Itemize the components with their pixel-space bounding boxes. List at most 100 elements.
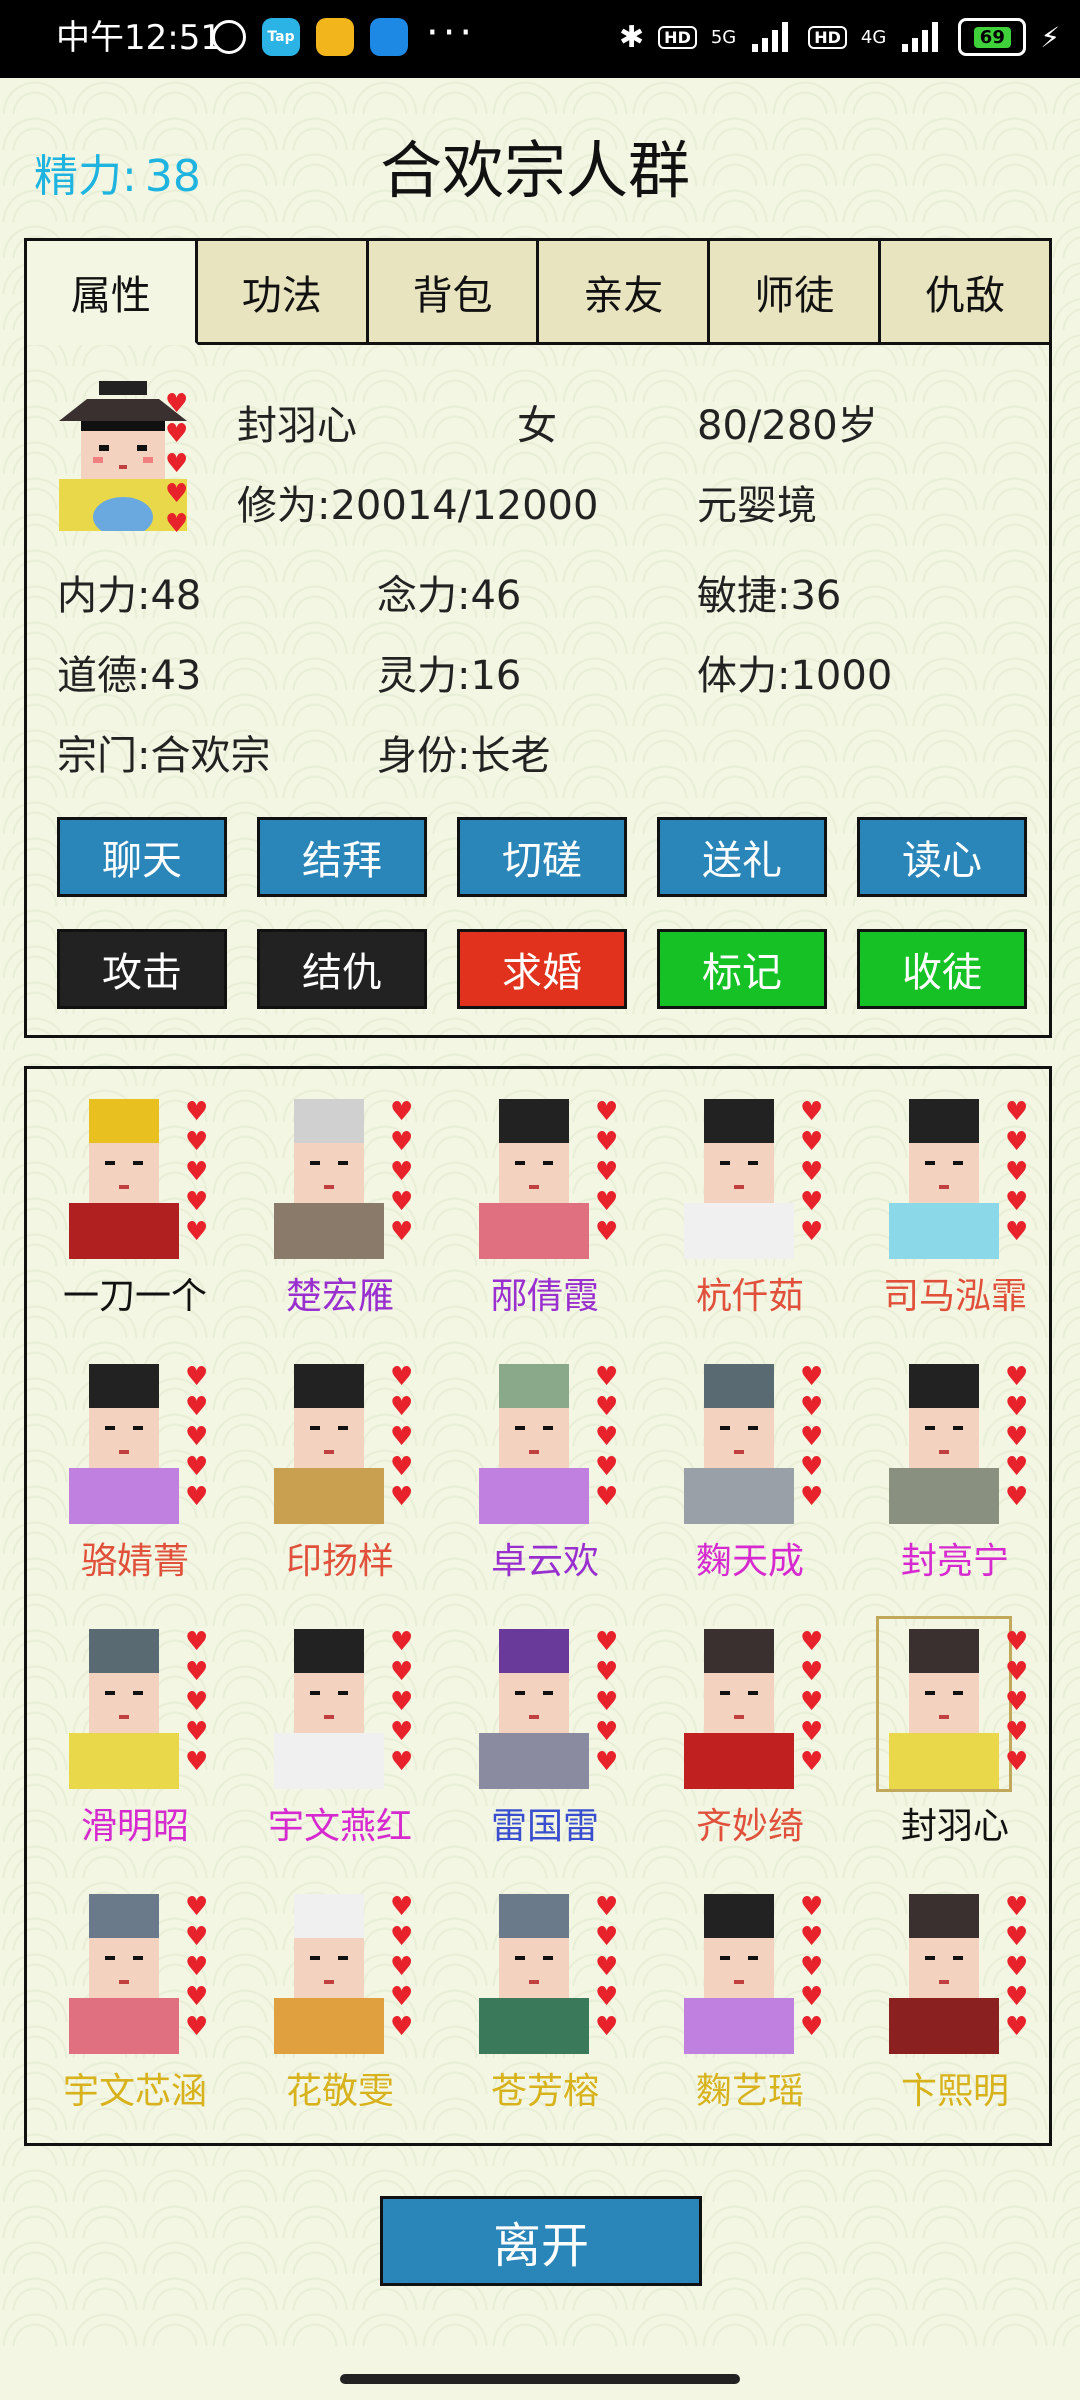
- person-name: 宇文燕红: [267, 1806, 412, 1847]
- person-portrait: [479, 1364, 589, 1524]
- person-card[interactable]: ♥ ♥ ♥ ♥ ♥ 齐妙绮: [650, 1609, 850, 1864]
- tab-master-disciple[interactable]: 师徒: [710, 241, 882, 345]
- tab-attributes[interactable]: 属性: [27, 241, 198, 345]
- network-4g-label: 4G: [860, 26, 887, 48]
- affection-hearts: ♥ ♥ ♥ ♥ ♥: [185, 1894, 208, 2040]
- heart-icon: ♥: [800, 1687, 824, 1717]
- heart-icon: ♥: [390, 1922, 414, 1952]
- heart-icon: ♥: [185, 1157, 209, 1187]
- home-indicator[interactable]: [340, 2374, 740, 2384]
- make-enemy-button[interactable]: 结仇: [257, 929, 427, 1009]
- chat-button[interactable]: 聊天: [57, 817, 227, 897]
- person-portrait: [274, 1364, 384, 1524]
- tab-skills[interactable]: 功法: [197, 241, 369, 345]
- person-portrait: [274, 1099, 384, 1259]
- heart-icon: ♥: [390, 1452, 414, 1482]
- heart-icon: ♥: [1005, 1922, 1029, 1952]
- person-card[interactable]: ♥ ♥ ♥ ♥ ♥ 一刀一个: [35, 1079, 235, 1334]
- person-card[interactable]: ♥ ♥ ♥ ♥ ♥ 宇文燕红: [240, 1609, 440, 1864]
- heart-icon: ♥: [595, 1422, 619, 1452]
- heart-icon: ♥: [185, 1717, 209, 1747]
- energy-value: 38: [144, 151, 201, 202]
- heart-icon: ♥: [595, 1187, 619, 1217]
- page-title: 合欢宗人群: [380, 134, 691, 207]
- heart-icon: ♥: [390, 1892, 414, 1922]
- affection-hearts: ♥ ♥ ♥ ♥ ♥: [185, 1364, 208, 1510]
- person-card[interactable]: ♥ ♥ ♥ ♥ ♥ 封亮宁: [855, 1344, 1055, 1599]
- person-portrait: [69, 1894, 179, 2054]
- propose-button[interactable]: 求婚: [457, 929, 627, 1009]
- person-card[interactable]: ♥ ♥ ♥ ♥ ♥ 苍芳榕: [445, 1874, 645, 2129]
- heart-icon: ♥: [800, 1482, 824, 1512]
- character-realm: 元婴境: [697, 483, 817, 529]
- attack-button[interactable]: 攻击: [57, 929, 227, 1009]
- affection-hearts: ♥ ♥ ♥ ♥ ♥: [800, 1099, 823, 1245]
- tab-inventory[interactable]: 背包: [368, 241, 540, 345]
- person-card[interactable]: ♥ ♥ ♥ ♥ ♥ 邴倩霞: [445, 1079, 645, 1334]
- heart-icon: ♥: [595, 1627, 619, 1657]
- heart-icon: ♥: [1005, 1157, 1029, 1187]
- affection-hearts: ♥ ♥ ♥ ♥ ♥: [800, 1629, 823, 1775]
- heart-icon: ♥: [595, 1362, 619, 1392]
- mark-button[interactable]: 标记: [657, 929, 827, 1009]
- leave-button[interactable]: 离开: [380, 2196, 702, 2286]
- take-disciple-button[interactable]: 收徒: [857, 929, 1027, 1009]
- person-card[interactable]: ♥ ♥ ♥ ♥ ♥ 封羽心: [855, 1609, 1055, 1864]
- bluetooth-icon: ✱: [619, 19, 645, 55]
- heart-icon: ♥: [185, 1452, 209, 1482]
- heart-icon: ♥: [800, 1362, 824, 1392]
- tab-relatives[interactable]: 亲友: [539, 241, 711, 345]
- person-portrait: [69, 1364, 179, 1524]
- heart-icon: ♥: [1005, 1422, 1029, 1452]
- heart-icon: ♥: [1005, 1362, 1029, 1392]
- affection-hearts: ♥ ♥ ♥ ♥ ♥: [390, 1629, 413, 1775]
- person-portrait: [274, 1629, 384, 1789]
- person-card[interactable]: ♥ ♥ ♥ ♥ ♥ 杭仟茹: [650, 1079, 850, 1334]
- person-portrait: [876, 1616, 1012, 1792]
- heart-icon: ♥: [185, 1627, 209, 1657]
- signal-icon-2: [902, 22, 939, 52]
- sworn-brother-button[interactable]: 结拜: [257, 817, 427, 897]
- person-card[interactable]: ♥ ♥ ♥ ♥ ♥ 宇文芯涵: [35, 1874, 235, 2129]
- heart-icon: ♥: [185, 1482, 209, 1512]
- heart-icon: ♥: [185, 1422, 209, 1452]
- person-card[interactable]: ♥ ♥ ♥ ♥ ♥ 卓云欢: [445, 1344, 645, 1599]
- affection-hearts: ♥ ♥ ♥ ♥ ♥: [800, 1894, 823, 2040]
- person-card[interactable]: ♥ ♥ ♥ ♥ ♥ 楚宏雁: [240, 1079, 440, 1334]
- heart-icon: ♥: [1005, 1892, 1029, 1922]
- person-portrait: [889, 1099, 999, 1259]
- spar-button[interactable]: 切磋: [457, 817, 627, 897]
- stat-morality: 道德:43: [57, 653, 202, 699]
- stat-agility: 敏捷:36: [697, 573, 842, 619]
- person-card[interactable]: ♥ ♥ ♥ ♥ ♥ 骆婧菁: [35, 1344, 235, 1599]
- person-card[interactable]: ♥ ♥ ♥ ♥ ♥ 滑明昭: [35, 1609, 235, 1864]
- gift-button[interactable]: 送礼: [657, 817, 827, 897]
- person-name: 宇文芯涵: [62, 2071, 207, 2112]
- heart-icon: ♥: [390, 1982, 414, 2012]
- heart-icon: ♥: [185, 1127, 209, 1157]
- taptap-icon: Tap: [262, 18, 300, 56]
- tab-enemies[interactable]: 仇敌: [881, 241, 1049, 345]
- stat-stamina: 体力:1000: [697, 653, 893, 699]
- person-card[interactable]: ♥ ♥ ♥ ♥ ♥ 麴艺瑶: [650, 1874, 850, 2129]
- heart-icon: ♥: [595, 1217, 619, 1247]
- heart-icon: ♥: [595, 1747, 619, 1777]
- person-name: 封亮宁: [900, 1541, 1009, 1582]
- character-age: 80/280岁: [697, 403, 878, 449]
- heart-icon: ♥: [390, 1097, 414, 1127]
- person-card[interactable]: ♥ ♥ ♥ ♥ ♥ 司马泓霏: [855, 1079, 1055, 1334]
- person-card[interactable]: ♥ ♥ ♥ ♥ ♥ 雷国雷: [445, 1609, 645, 1864]
- affection-hearts: ♥ ♥ ♥ ♥ ♥: [595, 1364, 618, 1510]
- person-card[interactable]: ♥ ♥ ♥ ♥ ♥ 卞熙明: [855, 1874, 1055, 2129]
- read-mind-button[interactable]: 读心: [857, 817, 1027, 897]
- affection-hearts: ♥ ♥ ♥ ♥ ♥: [185, 1629, 208, 1775]
- status-bar: 中午12:51 Tap ··· ✱ HD 5G HD 4G 69 ⚡: [0, 0, 1080, 78]
- heart-icon: ♥: [595, 1157, 619, 1187]
- network-5g-label: 5G: [710, 26, 737, 48]
- person-card[interactable]: ♥ ♥ ♥ ♥ ♥ 印扬样: [240, 1344, 440, 1599]
- person-name: 邴倩霞: [490, 1276, 599, 1317]
- person-portrait: [684, 1099, 794, 1259]
- heart-icon: ♥: [1005, 1627, 1029, 1657]
- person-card[interactable]: ♥ ♥ ♥ ♥ ♥ 麴天成: [650, 1344, 850, 1599]
- person-card[interactable]: ♥ ♥ ♥ ♥ ♥ 花敬雯: [240, 1874, 440, 2129]
